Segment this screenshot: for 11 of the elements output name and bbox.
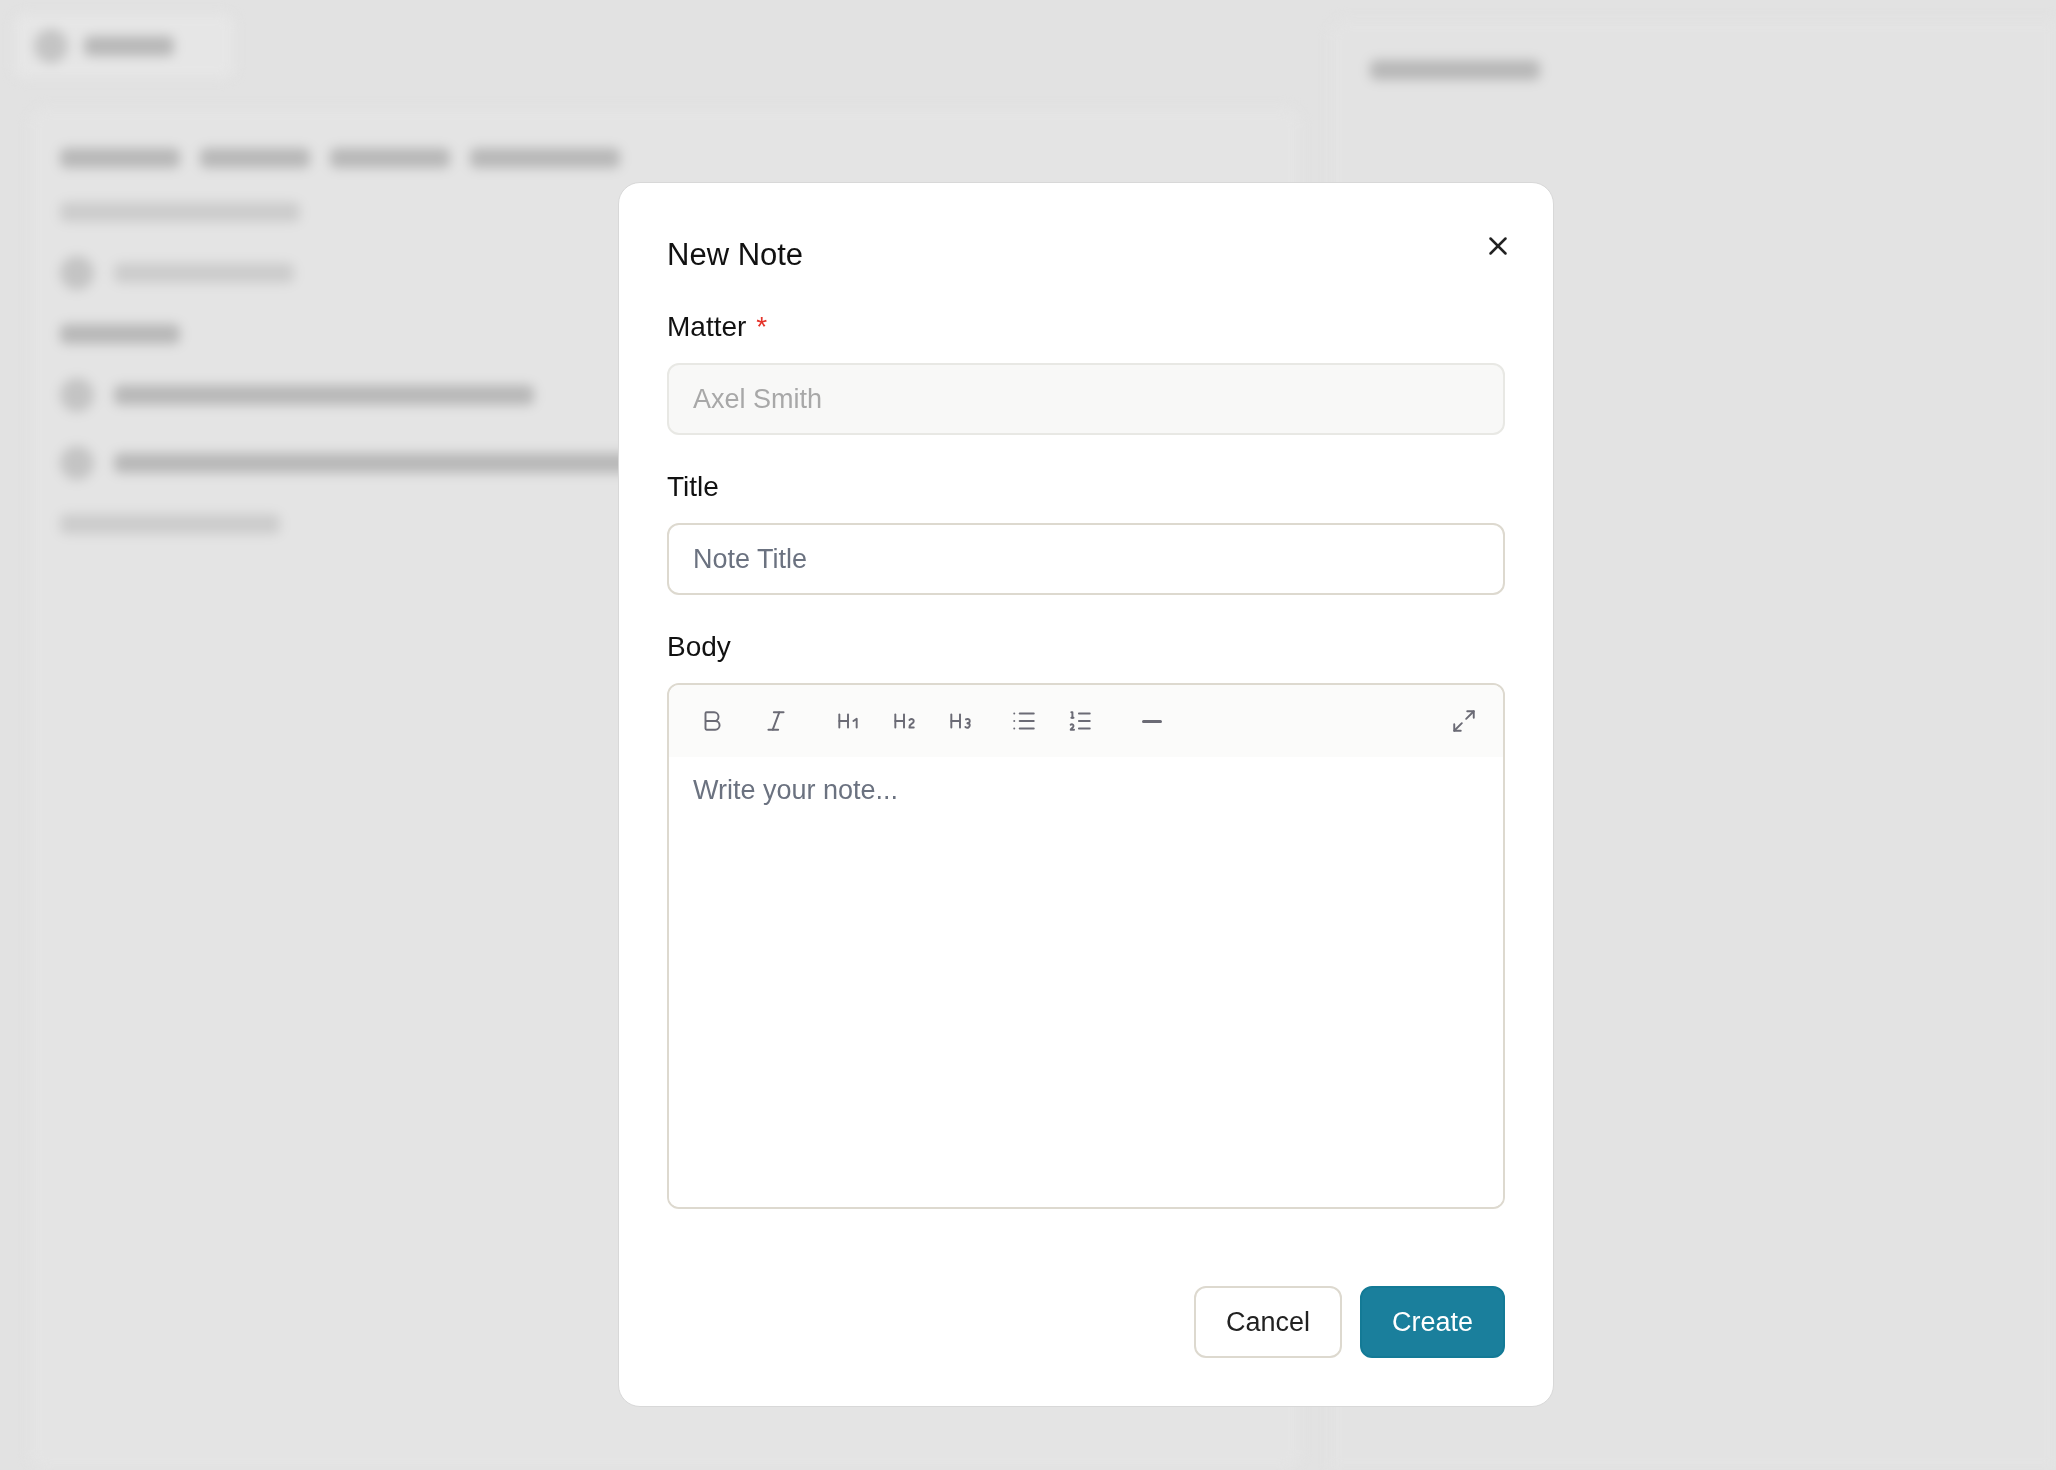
field-label: Title — [667, 471, 719, 503]
text-input[interactable]: Note Title — [667, 523, 1505, 595]
expand-icon — [1451, 708, 1477, 734]
required-mark: * — [756, 311, 768, 343]
dialog-title: New Note — [667, 237, 804, 273]
create-button[interactable]: Create — [1359, 1286, 1505, 1358]
minus-icon — [1142, 719, 1162, 723]
numbered-list-icon — [1067, 708, 1093, 734]
field-label: Matter — [667, 311, 747, 343]
field-label: Body — [667, 631, 731, 663]
cancel-button[interactable]: Cancel — [1193, 1286, 1342, 1358]
